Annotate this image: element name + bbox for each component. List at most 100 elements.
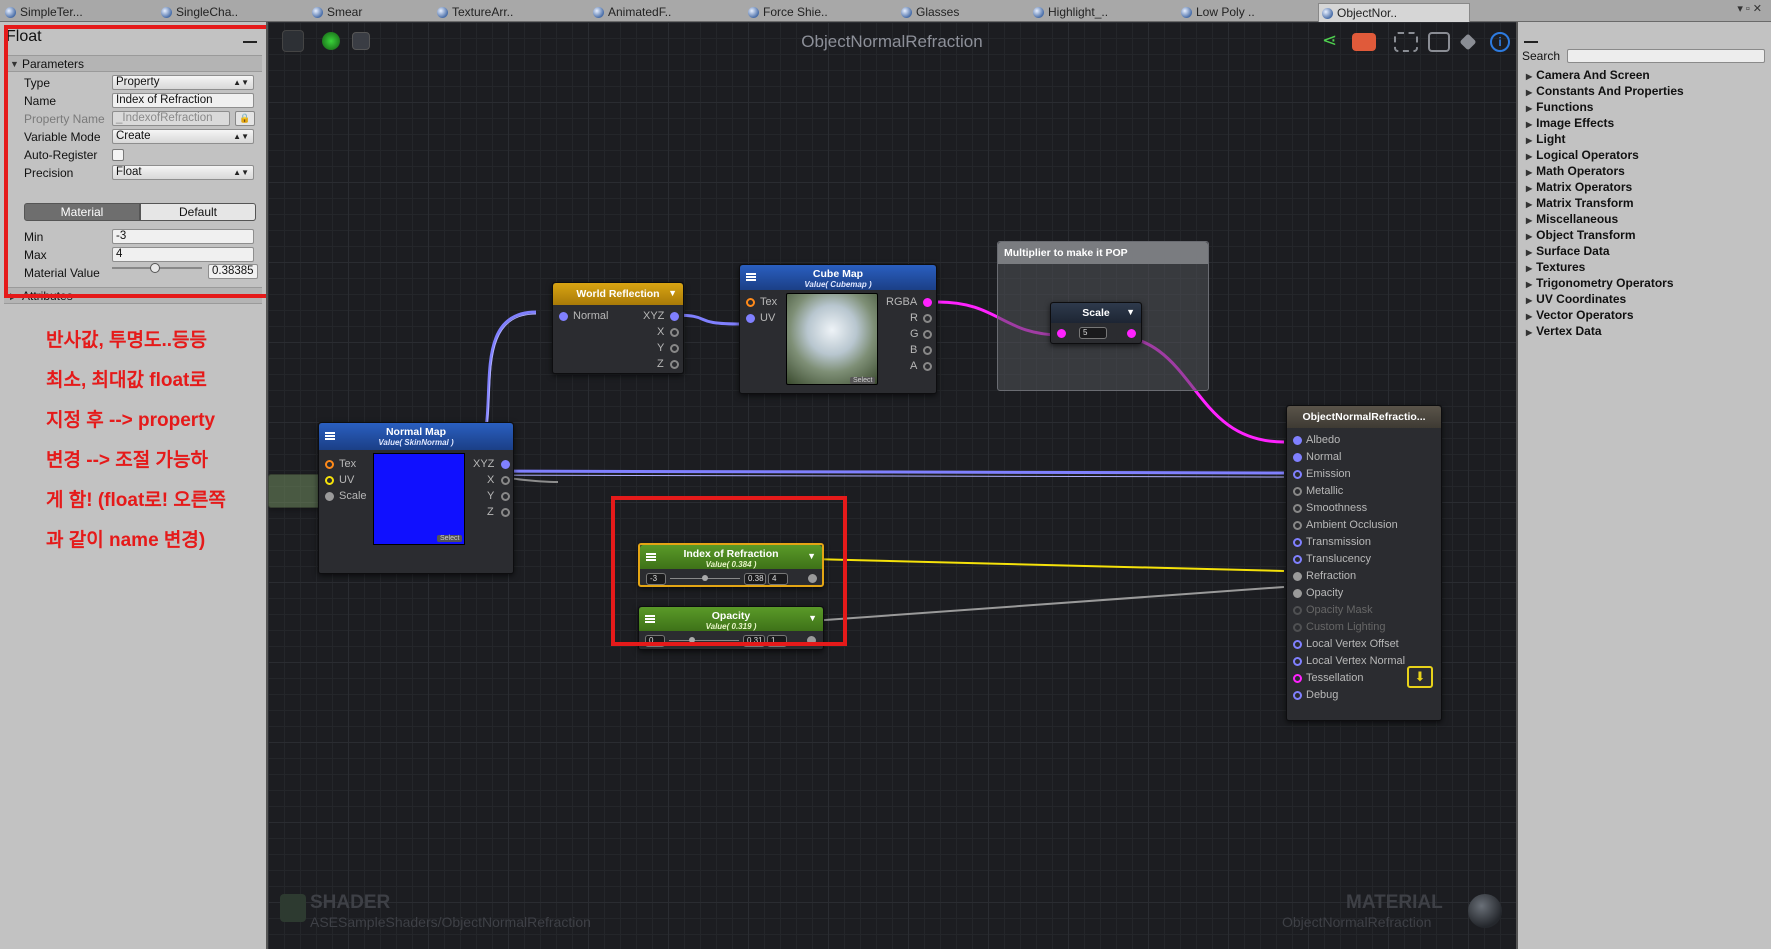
- shader-ball-icon: [437, 7, 448, 18]
- tab-animatedfire[interactable]: AnimatedF..: [590, 3, 720, 22]
- tab-glasses[interactable]: Glasses: [898, 3, 1018, 22]
- search-input[interactable]: [1567, 49, 1765, 63]
- uv-input-port[interactable]: [325, 476, 334, 485]
- g-output-port[interactable]: [923, 330, 932, 339]
- minimize-icon[interactable]: [1524, 41, 1538, 43]
- collapsed-triangle-icon: ▶: [1526, 216, 1533, 225]
- wire-normalmap-output-normal-highlight: [443, 474, 1285, 478]
- custom-lighting-input-port[interactable]: [1293, 623, 1302, 632]
- category-matrix-operators[interactable]: ▶ Matrix Operators: [1526, 180, 1632, 194]
- z-output-port[interactable]: [501, 508, 510, 517]
- output-node[interactable]: ObjectNormalRefractio... Albedo Normal E…: [1286, 405, 1442, 721]
- debug-input-port[interactable]: [1293, 691, 1302, 700]
- category-time[interactable]: ▶ Trigonometry Operators: [1526, 276, 1674, 290]
- world-reflection-node[interactable]: World Reflection ▼ Normal XYZ X Y Z: [552, 282, 684, 374]
- category-math-operators[interactable]: ▶ Math Operators: [1526, 164, 1625, 178]
- normal-input-port[interactable]: [559, 312, 568, 321]
- xyz-output-port[interactable]: [670, 312, 679, 321]
- uv-input-port[interactable]: [746, 314, 755, 323]
- category-light[interactable]: ▶ Light: [1526, 132, 1565, 146]
- category-image-effects[interactable]: ▶ Image Effects: [1526, 116, 1614, 130]
- tab-forceshield[interactable]: Force Shie..: [745, 3, 875, 22]
- tab-lowpoly[interactable]: Low Poly ..: [1178, 3, 1308, 22]
- x-output-port[interactable]: [501, 476, 510, 485]
- opacity-input-port[interactable]: [1293, 589, 1302, 598]
- b-output-port[interactable]: [923, 346, 932, 355]
- node-graph-canvas[interactable]: ObjectNormalRefraction ⋖ i Normal Scale …: [266, 22, 1518, 949]
- tab-highlight[interactable]: Highlight_..: [1030, 3, 1160, 22]
- category-matrix-transform[interactable]: ▶ Matrix Transform: [1526, 196, 1634, 210]
- window-controls[interactable]: ▾▫✕: [1737, 2, 1765, 15]
- translucency-input-port[interactable]: [1293, 555, 1302, 564]
- shader-ball-icon: [1322, 8, 1333, 19]
- wire-opacity-output-opacity: [810, 586, 1285, 622]
- z-output-port[interactable]: [670, 360, 679, 369]
- port-label: XYZ: [473, 458, 495, 470]
- local-vertex-normal-input-port[interactable]: [1293, 657, 1302, 666]
- local-vertex-offset-input-port[interactable]: [1293, 640, 1302, 649]
- scale-input-port[interactable]: [325, 492, 334, 501]
- albedo-input-port[interactable]: [1293, 436, 1302, 445]
- category-functions[interactable]: ▶ Functions: [1526, 100, 1593, 114]
- tab-objectnormalrefraction[interactable]: ObjectNor..: [1318, 3, 1470, 22]
- select-texture-button[interactable]: Select: [850, 377, 876, 384]
- input-label: Metallic: [1306, 485, 1344, 497]
- category-logical-operators[interactable]: ▶ Logical Operators: [1526, 148, 1639, 162]
- scale-node[interactable]: Scale ▼ 5: [1050, 302, 1142, 344]
- tessellation-input-port[interactable]: [1293, 674, 1302, 683]
- tab-texturearray[interactable]: TextureArr..: [434, 3, 574, 22]
- category-camera-and-screen[interactable]: ▶ Camera And Screen: [1526, 68, 1650, 82]
- smoothness-input-port[interactable]: [1293, 504, 1302, 513]
- tex-input-port[interactable]: [746, 298, 755, 307]
- node-menu-icon[interactable]: [325, 432, 335, 440]
- y-output-port[interactable]: [670, 344, 679, 353]
- category-vector-operators[interactable]: ▶ Vertex Data: [1526, 324, 1602, 338]
- tex-input-port[interactable]: [325, 460, 334, 469]
- shader-ball-icon: [312, 7, 323, 18]
- xyz-output-port[interactable]: [501, 460, 510, 469]
- scale-value-field[interactable]: 5: [1079, 327, 1107, 339]
- category-miscellaneous[interactable]: ▶ Miscellaneous: [1526, 212, 1618, 226]
- normal-input-port[interactable]: [1293, 453, 1302, 462]
- collapse-arrow-icon[interactable]: ▼: [1126, 307, 1135, 317]
- download-icon[interactable]: ⬇: [1407, 666, 1433, 688]
- node-menu-icon[interactable]: [746, 273, 756, 281]
- port-label: Tex: [339, 458, 357, 470]
- category-surface-data[interactable]: ▶ Surface Data: [1526, 244, 1610, 258]
- category-label: Trigonometry Operators: [1536, 276, 1674, 290]
- category-trigonometry-operators[interactable]: ▶ UV Coordinates: [1526, 292, 1626, 306]
- category-uv-coordinates[interactable]: ▶ Vector Operators: [1526, 308, 1634, 322]
- tab-simpleterrain[interactable]: SimpleTer...: [2, 3, 142, 22]
- ambient-occlusion-input-port[interactable]: [1293, 521, 1302, 530]
- node-title: Normal Map: [385, 426, 447, 438]
- collapsed-triangle-icon: ▶: [1526, 104, 1533, 113]
- opacity-mask-input-port[interactable]: [1293, 606, 1302, 615]
- a-output-port[interactable]: [923, 362, 932, 371]
- category-label: Textures: [1536, 260, 1586, 274]
- category-label: Math Operators: [1536, 164, 1625, 178]
- emission-input-port[interactable]: [1293, 470, 1302, 479]
- r-output-port[interactable]: [923, 314, 932, 323]
- metallic-input-port[interactable]: [1293, 487, 1302, 496]
- category-textures[interactable]: ▶ Textures: [1526, 260, 1585, 274]
- cube-map-node[interactable]: Cube Map Value( Cubemap ) Tex UV Select …: [739, 264, 937, 394]
- normal-map-node[interactable]: Normal Map Value( SkinNormal ) Tex UV Sc…: [318, 422, 514, 574]
- x-output-port[interactable]: [670, 328, 679, 337]
- select-texture-button[interactable]: Select: [437, 535, 463, 542]
- refraction-input-port[interactable]: [1293, 572, 1302, 581]
- comment-title[interactable]: Multiplier to make it POP: [998, 242, 1208, 264]
- category-constants-and-properties[interactable]: ▶ Constants And Properties: [1526, 84, 1684, 98]
- category-object-transform[interactable]: ▶ Object Transform: [1526, 228, 1636, 242]
- tab-singlechannel[interactable]: SingleCha..: [158, 3, 288, 22]
- y-output-port[interactable]: [501, 492, 510, 501]
- tab-label: Low Poly ..: [1196, 5, 1255, 19]
- scale-output-port[interactable]: [1127, 329, 1136, 338]
- input-label: Opacity: [1306, 587, 1344, 599]
- transmission-input-port[interactable]: [1293, 538, 1302, 547]
- category-label: Vector Operators: [1536, 308, 1634, 322]
- collapse-arrow-icon[interactable]: ▼: [668, 288, 677, 298]
- scale-input-port[interactable]: [1057, 329, 1066, 338]
- rgba-output-port[interactable]: [923, 298, 932, 307]
- input-label: Tessellation: [1306, 672, 1364, 684]
- tab-smear[interactable]: Smear: [309, 3, 429, 22]
